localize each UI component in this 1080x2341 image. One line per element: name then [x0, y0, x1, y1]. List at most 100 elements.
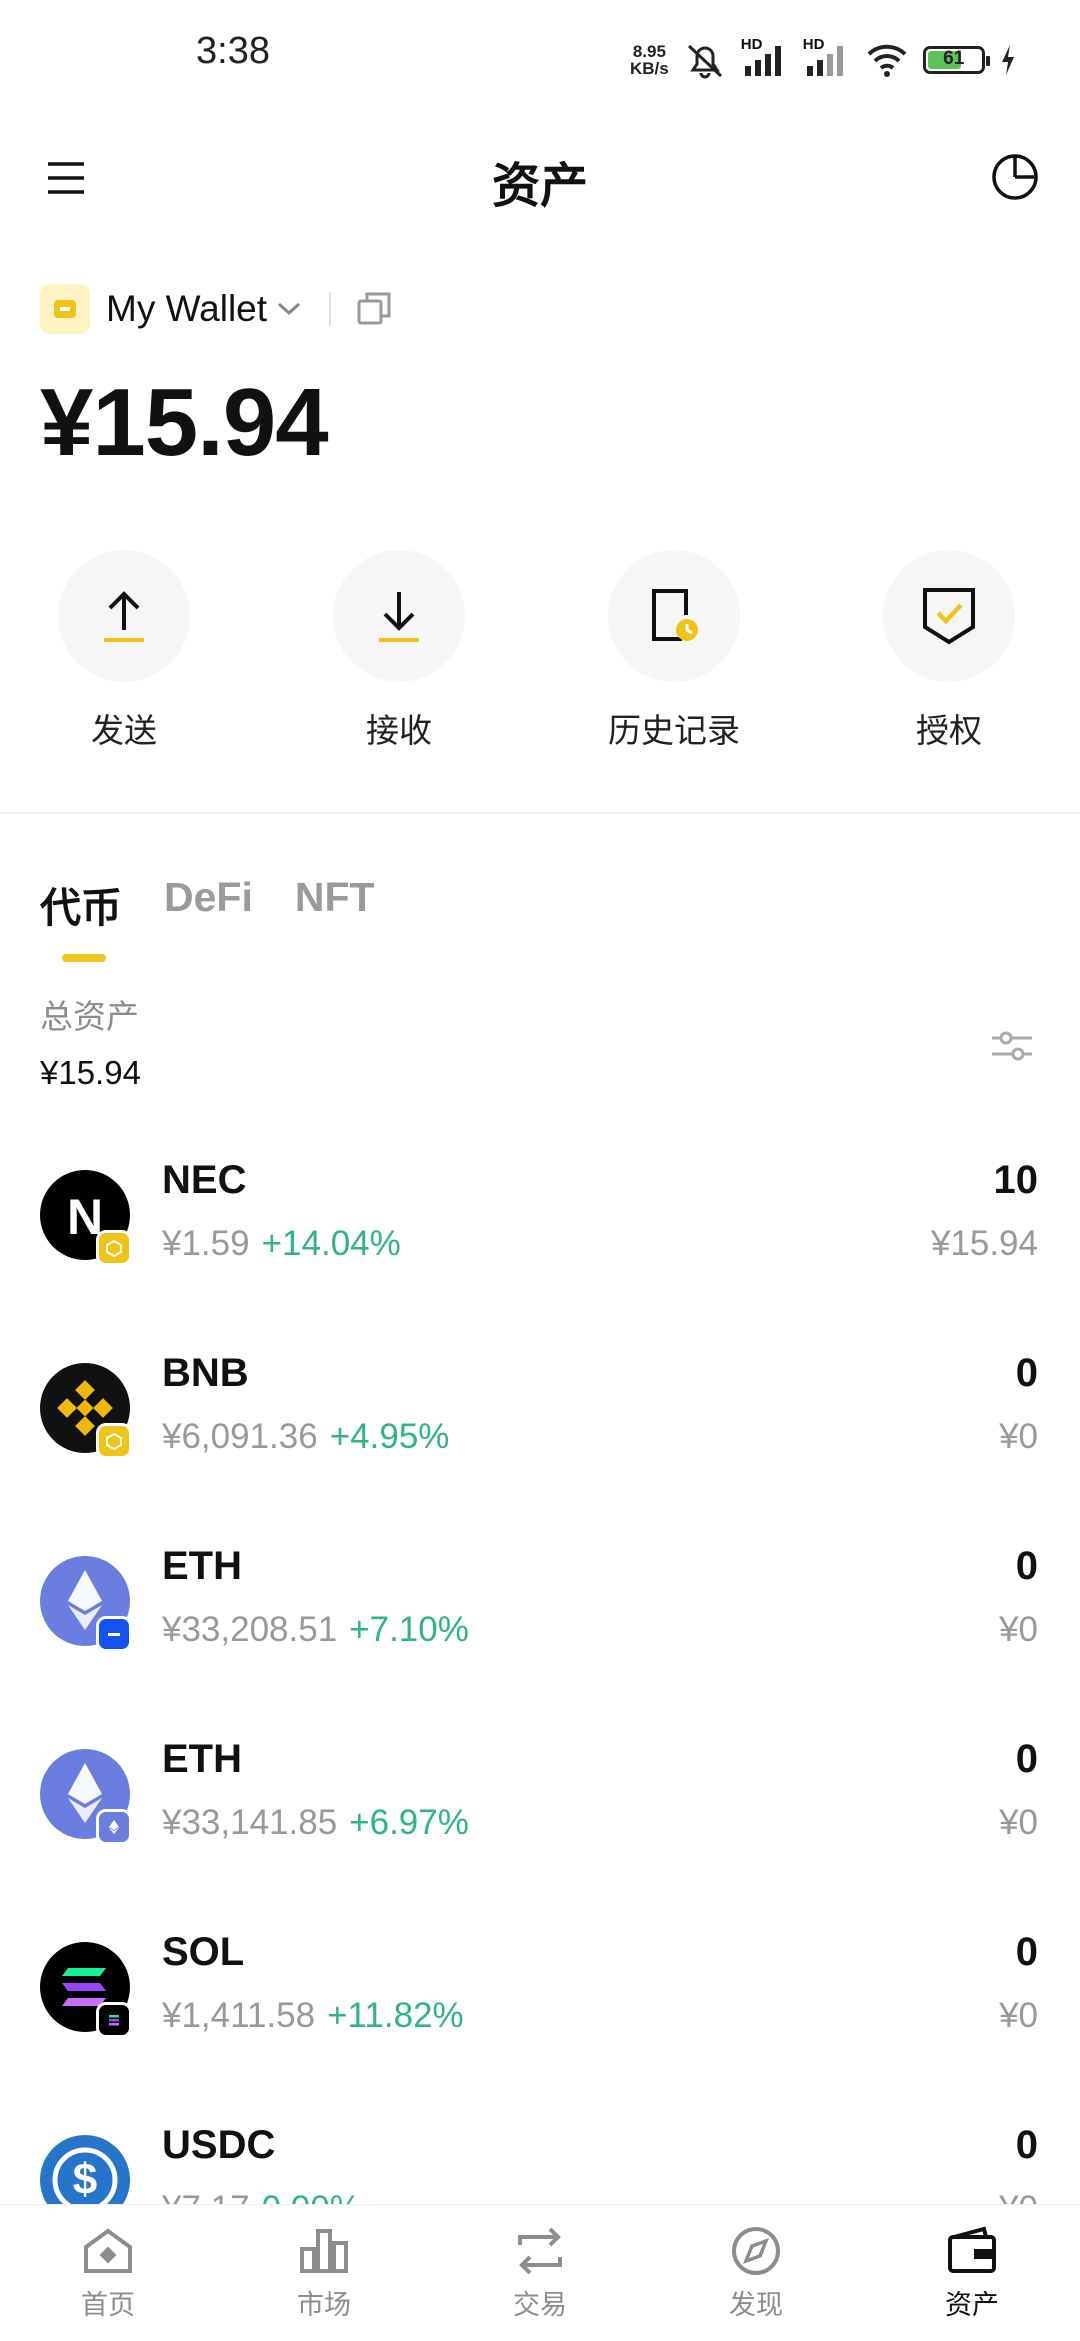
- token-price-line: ¥1.59 +14.04%: [162, 1224, 401, 1264]
- token-row-bnb[interactable]: BNB ¥6,091.36 +4.95% 0 ¥0: [0, 1339, 1080, 1533]
- send-label: 发送: [91, 712, 157, 749]
- signal-2-icon: HD: [803, 36, 851, 80]
- tab-nft[interactable]: NFT: [295, 874, 375, 934]
- history-icon: [652, 589, 698, 641]
- token-price: ¥1.59: [162, 1224, 250, 1263]
- token-row-sol[interactable]: SOL ¥1,411.58 +11.82% 0 ¥0: [0, 1918, 1080, 2112]
- token-value: ¥0: [999, 1803, 1038, 1842]
- status-icons: 8.95 KB/s HD HD 61: [630, 36, 1017, 82]
- signal-1-icon: HD: [741, 36, 789, 80]
- send-action[interactable]: 发送: [24, 550, 224, 752]
- token-symbol: SOL: [162, 1930, 245, 1974]
- status-time: 3:38: [196, 30, 270, 72]
- wallet-badge-icon: [40, 284, 90, 334]
- nav-assets[interactable]: 资产: [864, 2205, 1080, 2341]
- history-action[interactable]: 历史记录: [574, 550, 774, 752]
- token-value: ¥0: [999, 1417, 1038, 1456]
- receive-action[interactable]: 接收: [299, 550, 499, 752]
- net-speed: 8.95 KB/s: [630, 43, 669, 77]
- market-icon: [300, 2229, 348, 2273]
- asset-tabs: 代币 DeFi NFT: [40, 874, 375, 934]
- mute-bell-icon: [687, 44, 722, 79]
- charging-icon: [1001, 45, 1014, 75]
- token-price: ¥33,141.85: [162, 1803, 338, 1842]
- bnb-chain-badge-icon: [96, 1423, 132, 1459]
- token-value: ¥0: [999, 1996, 1038, 2035]
- token-change: +14.04%: [261, 1224, 401, 1263]
- tab-indicator: [62, 954, 106, 962]
- token-amount: 0: [1015, 1737, 1038, 1781]
- token-price: ¥6,091.36: [162, 1417, 318, 1456]
- upload-icon: [104, 591, 144, 642]
- ethereum-chain-badge-icon: [96, 1809, 132, 1845]
- token-value: ¥15.94: [930, 1224, 1038, 1263]
- nav-market[interactable]: 市场: [216, 2205, 432, 2341]
- token-value: ¥0: [999, 1610, 1038, 1649]
- net-speed-unit: KB/s: [630, 59, 669, 78]
- token-price-line: ¥33,141.85 +6.97%: [162, 1803, 469, 1843]
- base-chain-badge-icon: [96, 1616, 132, 1652]
- nav-market-label: 市场: [297, 2290, 351, 2320]
- divider: [329, 292, 332, 326]
- token-amount: 0: [1015, 1930, 1038, 1974]
- token-price: ¥1,411.58: [162, 1996, 316, 2035]
- wallet-icon: [948, 2226, 996, 2273]
- token-amount: 0: [1015, 1544, 1038, 1588]
- pie-chart-icon[interactable]: [990, 150, 1040, 202]
- discover-icon: [732, 2227, 780, 2275]
- token-change: +7.10%: [349, 1610, 469, 1649]
- authorize-label: 授权: [916, 712, 982, 749]
- download-icon: [379, 592, 419, 642]
- tab-tokens[interactable]: 代币: [40, 874, 122, 934]
- token-symbol: ETH: [162, 1737, 242, 1781]
- token-price-line: ¥33,208.51 +7.10%: [162, 1610, 469, 1650]
- nav-trade-label: 交易: [513, 2290, 567, 2320]
- wifi-icon: [867, 44, 907, 77]
- usdc-logo-text: $: [72, 2155, 98, 2204]
- section-divider: [0, 812, 1080, 814]
- token-row-eth-base[interactable]: ETH ¥33,208.51 +7.10% 0 ¥0: [0, 1532, 1080, 1726]
- battery-icon: 61: [922, 46, 990, 74]
- wallet-name[interactable]: My Wallet: [106, 288, 267, 330]
- total-assets-value: ¥15.94: [40, 1054, 141, 1091]
- token-price-line: ¥1,411.58 +11.82%: [162, 1996, 464, 2036]
- token-symbol: BNB: [162, 1351, 249, 1395]
- shield-check-icon: [923, 588, 975, 645]
- wallet-selector[interactable]: My Wallet: [40, 284, 393, 334]
- token-row-nec[interactable]: N NEC ¥1.59 +14.04% 10 ¥15.94: [0, 1146, 1080, 1340]
- nav-home-label: 首页: [81, 2290, 135, 2320]
- nav-home[interactable]: 首页: [0, 2205, 216, 2341]
- nav-assets-label: 资产: [945, 2290, 999, 2320]
- token-change: +11.82%: [327, 1996, 464, 2035]
- token-amount: 0: [1015, 2123, 1038, 2167]
- tab-defi[interactable]: DeFi: [164, 874, 253, 934]
- bottom-nav: 首页 市场 交易 发现 资产: [0, 2204, 1080, 2341]
- trade-icon: [518, 2227, 562, 2275]
- battery-level: 61: [943, 48, 965, 69]
- nav-discover[interactable]: 发现: [648, 2205, 864, 2341]
- net-speed-value: 8.95: [632, 42, 666, 61]
- token-price-line: ¥6,091.36 +4.95%: [162, 1417, 449, 1457]
- token-symbol: NEC: [162, 1158, 247, 1202]
- home-icon: [84, 2228, 132, 2273]
- page-title: 资产: [491, 160, 588, 213]
- history-label: 历史记录: [608, 712, 740, 749]
- receive-label: 接收: [366, 712, 432, 749]
- solana-chain-badge-icon: [96, 2002, 132, 2038]
- filter-icon[interactable]: [990, 1024, 1034, 1068]
- token-symbol: USDC: [162, 2123, 276, 2167]
- wallet-balance: ¥15.94: [40, 369, 329, 476]
- token-amount: 0: [1015, 1351, 1038, 1395]
- authorize-action[interactable]: 授权: [849, 550, 1049, 752]
- total-assets-label: 总资产: [40, 998, 139, 1035]
- token-price: ¥33,208.51: [162, 1610, 338, 1649]
- token-symbol: ETH: [162, 1544, 242, 1588]
- copy-icon[interactable]: [355, 290, 393, 328]
- token-change: +6.97%: [349, 1803, 469, 1842]
- token-amount: 10: [993, 1158, 1039, 1202]
- nav-trade[interactable]: 交易: [432, 2205, 648, 2341]
- token-row-eth[interactable]: ETH ¥33,141.85 +6.97% 0 ¥0: [0, 1725, 1080, 1919]
- bnb-chain-badge-icon: [96, 1230, 132, 1266]
- token-change: +4.95%: [329, 1417, 450, 1456]
- chevron-down-icon[interactable]: [275, 299, 303, 319]
